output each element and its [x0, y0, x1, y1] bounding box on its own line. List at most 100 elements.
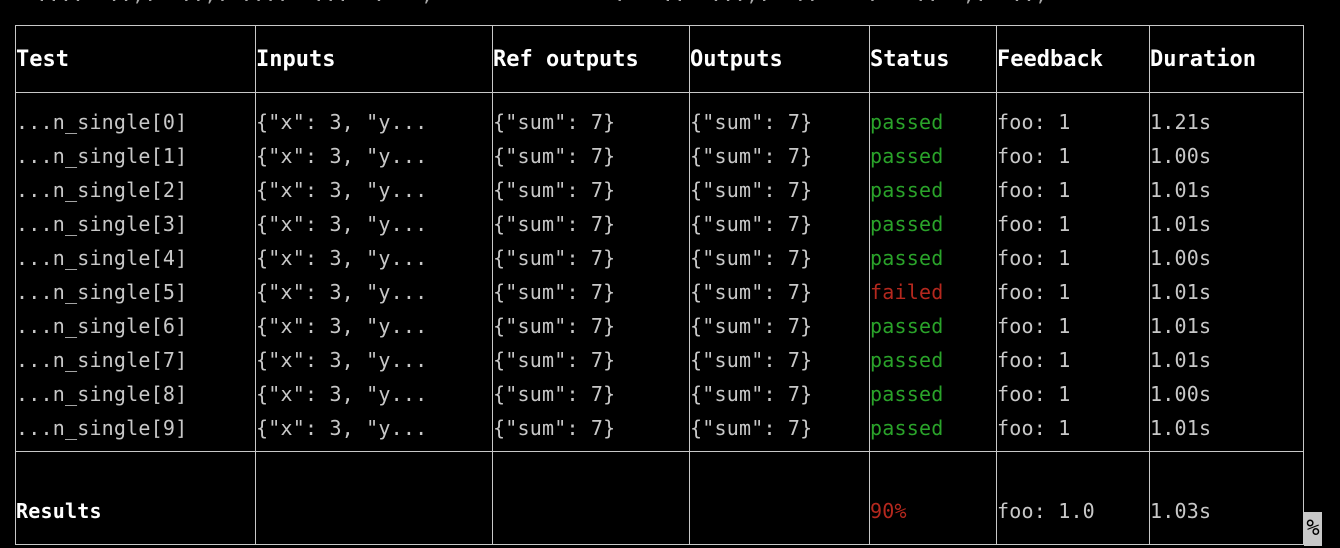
table-row-duration: 1.00s	[1150, 382, 1212, 406]
table-row-ref_outputs: {"sum": 7}	[493, 110, 616, 134]
table-row-test: ...n_single[2]	[16, 178, 188, 202]
table-row-outputs: {"sum": 7}	[690, 144, 813, 168]
column-header-inputs: Inputs	[255, 25, 493, 93]
summary-cell-outputs: .	[689, 451, 870, 545]
column-header-ref-outputs: Ref outputs	[492, 25, 690, 93]
table-header: Test Inputs Ref outputs Outputs Status F…	[15, 25, 1304, 93]
terminal-cursor[interactable]: %	[1304, 512, 1322, 546]
table-row-feedback: foo: 1	[997, 280, 1071, 304]
table-row-inputs: {"x": 3, "y...	[256, 382, 428, 406]
table-row-ref_outputs: {"sum": 7}	[493, 416, 616, 440]
test-results-table-container: Test Inputs Ref outputs Outputs Status F…	[15, 25, 1304, 545]
table-row-status: passed	[870, 416, 944, 440]
table-row-ref_outputs: {"sum": 7}	[493, 314, 616, 338]
inputs-list: {"x": 3, "y... {"x": 3, "y... {"x": 3, "y.…	[256, 105, 492, 445]
table-row-duration: 1.01s	[1150, 212, 1212, 236]
summary-cell-status: .90%	[869, 451, 997, 545]
table-row-inputs: {"x": 3, "y...	[256, 314, 428, 338]
table-row-status: passed	[870, 348, 944, 372]
table-row-inputs: {"x": 3, "y...	[256, 246, 428, 270]
summary-spacer: .	[17, 460, 255, 494]
table-row-outputs: {"sum": 7}	[690, 212, 813, 236]
summary-duration: 1.03s	[1150, 499, 1212, 523]
table-rows-block: ...n_single[0] ...n_single[1] ...n_single[…	[15, 92, 1304, 452]
table-row-outputs: {"sum": 7}	[690, 348, 813, 372]
table-row-test: ...n_single[4]	[16, 246, 188, 270]
cell-group-duration: 1.21s 1.00s 1.01s 1.01s 1.00s 1.01s 1.01s 1.01s…	[1149, 92, 1304, 452]
cell-group-inputs: {"x": 3, "y... {"x": 3, "y... {"x": 3, "y.…	[255, 92, 493, 452]
table-row-outputs: {"sum": 7}	[690, 178, 813, 202]
summary-pass-rate: 90%	[870, 499, 907, 523]
table-body: ...n_single[0] ...n_single[1] ...n_single[…	[15, 92, 1304, 545]
table-row-inputs: {"x": 3, "y...	[256, 178, 428, 202]
cell-group-ref-outputs: {"sum": 7} {"sum": 7} {"sum": 7} {"sum": 7}…	[492, 92, 690, 452]
column-header-feedback: Feedback	[996, 25, 1150, 93]
terminal-scrollback-line: .... ..,. ..,. .... ... . , . .. ...,. .…	[0, 0, 1340, 7]
cell-group-status: passed passed passed passed passed failed pass…	[869, 92, 997, 452]
summary-cell-feedback: .foo: 1.0	[996, 451, 1150, 545]
table-row-inputs: {"x": 3, "y...	[256, 212, 428, 236]
table-row-inputs: {"x": 3, "y...	[256, 144, 428, 168]
table-row-status: passed	[870, 246, 944, 270]
table-row-duration: 1.01s	[1150, 348, 1212, 372]
table-row-feedback: foo: 1	[997, 212, 1071, 236]
table-row-status: passed	[870, 314, 944, 338]
table-row-status: failed	[870, 280, 944, 304]
table-row-test: ...n_single[0]	[16, 110, 188, 134]
table-row-outputs: {"sum": 7}	[690, 314, 813, 338]
table-row-inputs: {"x": 3, "y...	[256, 416, 428, 440]
duration-list: 1.21s 1.00s 1.01s 1.01s 1.00s 1.01s 1.01s 1.01s…	[1150, 105, 1303, 445]
column-header-outputs: Outputs	[689, 25, 870, 93]
feedback-list: foo: 1 foo: 1 foo: 1 foo: 1 foo: 1 foo: 1 foo:…	[997, 105, 1149, 445]
cell-group-test: ...n_single[0] ...n_single[1] ...n_single[…	[15, 92, 256, 452]
table-row-test: ...n_single[8]	[16, 382, 188, 406]
table-row-outputs: {"sum": 7}	[690, 280, 813, 304]
summary-cell-test: . Results	[15, 451, 256, 545]
table-row-inputs: {"x": 3, "y...	[256, 348, 428, 372]
table-row-duration: 1.01s	[1150, 416, 1212, 440]
table-row-ref_outputs: {"sum": 7}	[493, 212, 616, 236]
table-row-status: passed	[870, 110, 944, 134]
column-header-duration: Duration	[1149, 25, 1304, 93]
table-row-ref_outputs: {"sum": 7}	[493, 280, 616, 304]
column-header-test: Test	[15, 25, 256, 93]
cell-group-outputs: {"sum": 7} {"sum": 7} {"sum": 7} {"sum": 7}…	[689, 92, 870, 452]
table-row-ref_outputs: {"sum": 7}	[493, 348, 616, 372]
table-row-feedback: foo: 1	[997, 110, 1071, 134]
table-row-ref_outputs: {"sum": 7}	[493, 178, 616, 202]
table-row-feedback: foo: 1	[997, 144, 1071, 168]
test-results-table: Test Inputs Ref outputs Outputs Status F…	[15, 25, 1304, 545]
summary-row: . Results . . . .90% .foo: 1.0 .1.03s	[15, 451, 1304, 545]
table-row-ref_outputs: {"sum": 7}	[493, 144, 616, 168]
table-row-feedback: foo: 1	[997, 178, 1071, 202]
table-row-test: ...n_single[9]	[16, 416, 188, 440]
table-row-duration: 1.21s	[1150, 110, 1212, 134]
table-row-ref_outputs: {"sum": 7}	[493, 246, 616, 270]
summary-inputs	[257, 494, 492, 528]
summary-ref-outputs	[494, 494, 689, 528]
table-row-feedback: foo: 1	[997, 382, 1071, 406]
table-row-inputs: {"x": 3, "y...	[256, 280, 428, 304]
table-row-outputs: {"sum": 7}	[690, 382, 813, 406]
outputs-list: {"sum": 7} {"sum": 7} {"sum": 7} {"sum": 7}…	[690, 105, 869, 445]
table-row-outputs: {"sum": 7}	[690, 246, 813, 270]
table-row-ref_outputs: {"sum": 7}	[493, 382, 616, 406]
test-name-list: ...n_single[0] ...n_single[1] ...n_single[…	[16, 105, 255, 445]
table-row-feedback: foo: 1	[997, 314, 1071, 338]
table-row-duration: 1.00s	[1150, 246, 1212, 270]
summary-cell-inputs: .	[255, 451, 493, 545]
summary-feedback: foo: 1.0	[997, 499, 1095, 523]
table-row-test: ...n_single[5]	[16, 280, 188, 304]
column-header-status: Status	[869, 25, 997, 93]
table-row-duration: 1.01s	[1150, 280, 1212, 304]
table-row-status: passed	[870, 382, 944, 406]
table-row-test: ...n_single[6]	[16, 314, 188, 338]
table-row-test: ...n_single[1]	[16, 144, 188, 168]
table-header-row: Test Inputs Ref outputs Outputs Status F…	[15, 25, 1304, 93]
table-row-duration: 1.01s	[1150, 178, 1212, 202]
table-row-status: passed	[870, 212, 944, 236]
table-row-test: ...n_single[3]	[16, 212, 188, 236]
table-row-test: ...n_single[7]	[16, 348, 188, 372]
table-row-status: passed	[870, 178, 944, 202]
table-row-status: passed	[870, 144, 944, 168]
